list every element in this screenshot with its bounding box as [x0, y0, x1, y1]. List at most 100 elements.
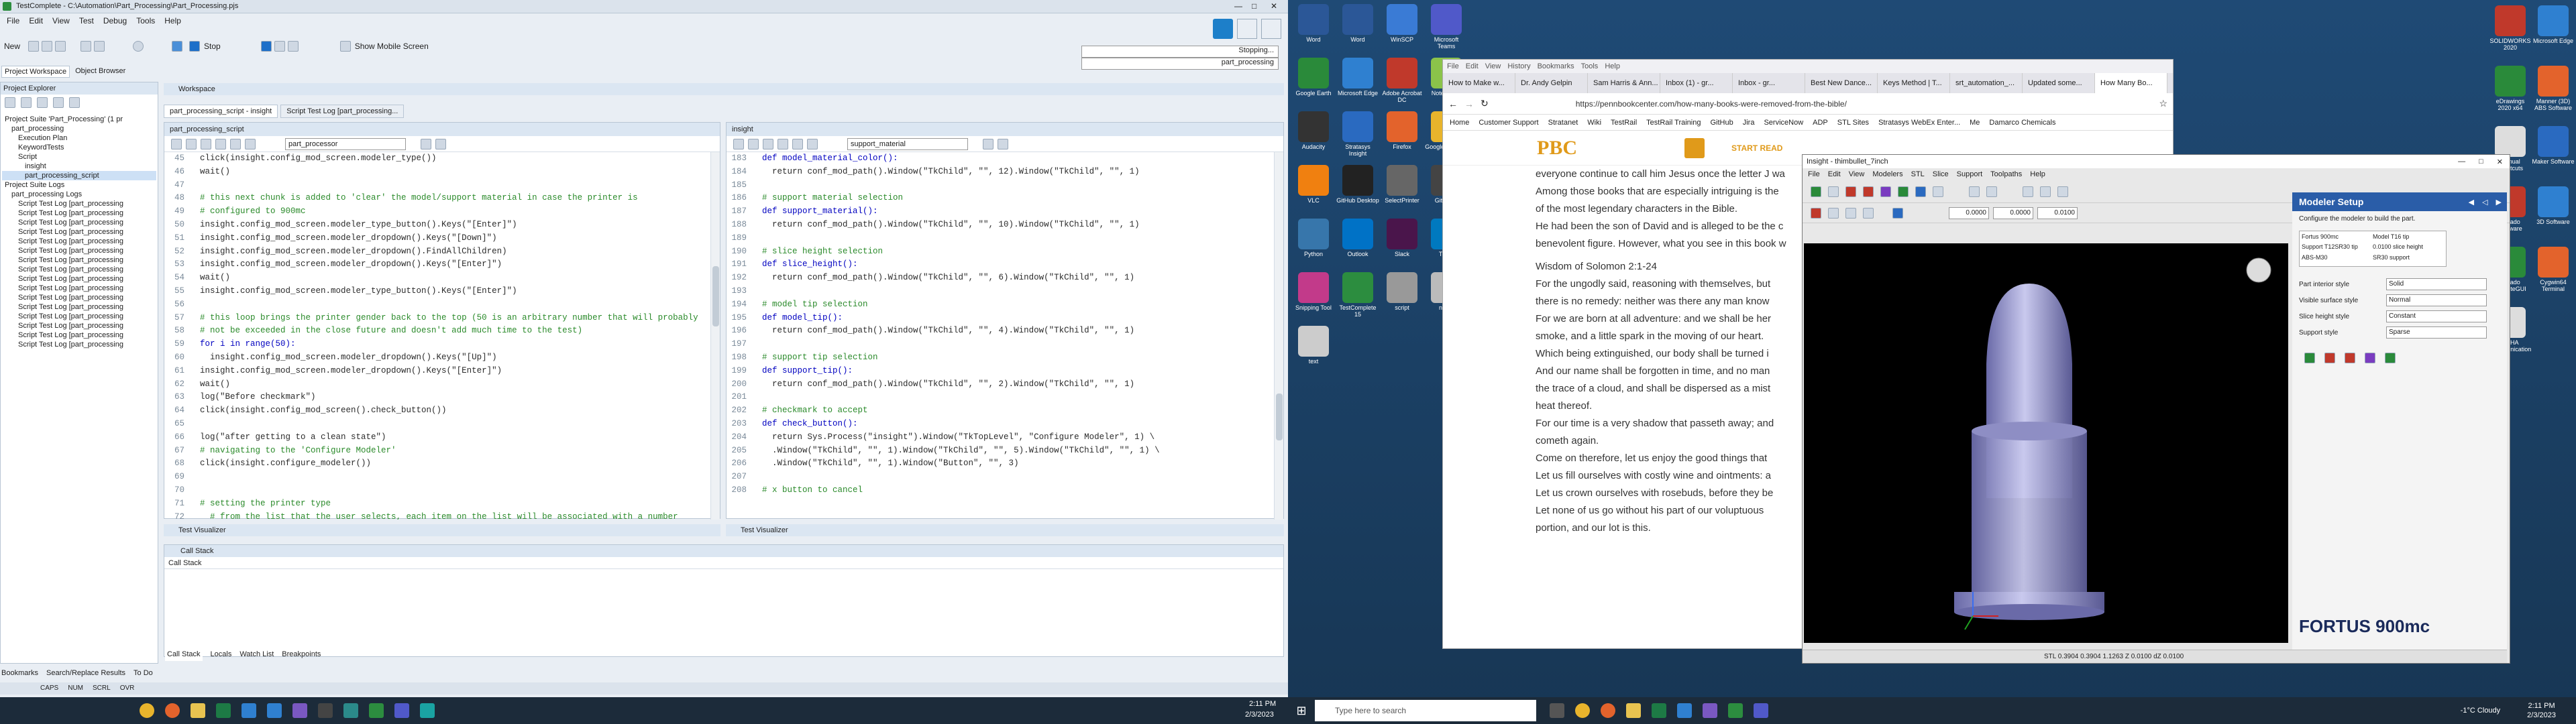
insight-tool-icon[interactable]: [1933, 186, 1943, 197]
tab-object-browser[interactable]: Object Browser: [70, 66, 131, 78]
browser-menu-file[interactable]: File: [1447, 60, 1459, 73]
bookmark-item[interactable]: Me: [1970, 119, 1980, 127]
desktop-icon[interactable]: Python: [1292, 219, 1335, 257]
find-icon[interactable]: [983, 138, 994, 149]
tab-project-workspace[interactable]: Project Workspace: [1, 66, 70, 78]
insight-tool-icon[interactable]: [1863, 186, 1874, 197]
weather-widget[interactable]: -1°C Cloudy: [2461, 707, 2500, 715]
setting-dropdown[interactable]: Constant: [2386, 310, 2487, 322]
menu-tools[interactable]: Tools: [136, 16, 155, 28]
bookmark-item[interactable]: Wiki: [1587, 119, 1601, 127]
tree-item[interactable]: part_processing Logs: [2, 190, 156, 199]
browser-menu-tools[interactable]: Tools: [1581, 60, 1599, 73]
right-routine-combo[interactable]: support_material: [847, 137, 968, 150]
pause-icon[interactable]: [260, 41, 272, 52]
app-icon[interactable]: [420, 703, 435, 718]
right-code-area[interactable]: 183 def model_material_color(): 184 retur…: [727, 152, 1271, 520]
browser-menu-history[interactable]: History: [1507, 60, 1530, 73]
firefox-icon[interactable]: [1601, 703, 1615, 718]
comment-icon[interactable]: [201, 138, 211, 149]
tree-item[interactable]: Script Test Log [part_processing: [2, 330, 156, 340]
minimize-icon[interactable]: —: [1234, 1, 1242, 11]
menu-edit[interactable]: Edit: [29, 16, 43, 28]
setting-dropdown[interactable]: Normal: [2386, 294, 2487, 306]
browser-tab[interactable]: Inbox (1) - gr...: [1660, 73, 1733, 93]
insight-tool-icon[interactable]: [1892, 207, 1903, 219]
tree-item[interactable]: part_processing_script: [2, 171, 156, 180]
tab-call-stack[interactable]: Call Stack: [165, 650, 203, 661]
pause-run-icon[interactable]: [1237, 19, 1257, 39]
insight-field-3[interactable]: 0.0100: [2037, 206, 2078, 219]
left-editor-scrollbar[interactable]: [710, 152, 720, 520]
tree-item[interactable]: Project Suite Logs: [2, 180, 156, 190]
insight-tool-icon[interactable]: [1986, 186, 1997, 197]
explorer-tool-icon[interactable]: [69, 97, 80, 108]
stop-button[interactable]: Stop: [204, 42, 221, 51]
app-icon[interactable]: [292, 703, 307, 718]
tree-item[interactable]: Execution Plan: [2, 133, 156, 143]
desktop-icon[interactable]: Microsoft Edge: [1336, 58, 1379, 97]
tree-item[interactable]: Script Test Log [part_processing: [2, 265, 156, 274]
start-reading-link[interactable]: START READ: [1731, 143, 1782, 153]
insight-tool-icon[interactable]: [1845, 207, 1856, 219]
bookmark-item[interactable]: Customer Support: [1479, 119, 1538, 127]
minimize-icon[interactable]: —: [2458, 158, 2465, 166]
bookmark-item[interactable]: Stratasys WebEx Enter...: [1878, 119, 1960, 127]
close-icon[interactable]: ✕: [2497, 158, 2503, 166]
uncomment-icon[interactable]: [215, 138, 226, 149]
bookmark-item[interactable]: Home: [1450, 119, 1469, 127]
find-icon[interactable]: [421, 138, 431, 149]
bookmark-item[interactable]: TestRail: [1611, 119, 1637, 127]
save-all-icon[interactable]: [55, 41, 66, 52]
vscode-icon[interactable]: [241, 703, 256, 718]
redo-icon[interactable]: [94, 41, 105, 52]
desktop-icon[interactable]: Microsoft Teams: [1425, 4, 1468, 50]
right-scroll-thumb[interactable]: [1276, 394, 1283, 440]
excel-icon[interactable]: [216, 703, 231, 718]
tree-item[interactable]: Project Suite 'Part_Processing' (1 pr: [2, 115, 156, 124]
desktop-icon[interactable]: Audacity: [1292, 111, 1335, 150]
forward-arrow-icon[interactable]: ▶: [2496, 198, 2502, 206]
close-icon[interactable]: ✕: [1271, 1, 1277, 11]
show-mobile-screen-button[interactable]: Show Mobile Screen: [355, 42, 429, 51]
url-bar[interactable]: https://pennbookcenter.com/how-many-book…: [1576, 99, 2072, 109]
insight-field-2[interactable]: 0.0000: [1993, 206, 2033, 219]
right-editor-scrollbar[interactable]: [1274, 152, 1283, 520]
step-over-icon[interactable]: [287, 41, 299, 52]
desktop-icon[interactable]: Outlook: [1336, 219, 1379, 257]
app-icon[interactable]: [1703, 703, 1717, 718]
tree-item[interactable]: insight: [2, 162, 156, 171]
tree-item[interactable]: Script Test Log [part_processing: [2, 284, 156, 293]
browser-menu-view[interactable]: View: [1485, 60, 1501, 73]
desktop-icon[interactable]: Cygwin64 Terminal: [2532, 247, 2575, 292]
desktop-icon[interactable]: Word: [1336, 4, 1379, 43]
desktop-icon[interactable]: Slack: [1381, 219, 1424, 257]
comment-icon[interactable]: [763, 138, 773, 149]
tree-item[interactable]: Script Test Log [part_processing: [2, 208, 156, 218]
insight-field-1[interactable]: 0.0000: [1949, 206, 1989, 219]
browser-tab[interactable]: srt_automation_...: [1950, 73, 2023, 93]
capture-icon[interactable]: [1213, 19, 1233, 39]
left-scroll-thumb[interactable]: [712, 266, 719, 326]
insight-menu-item[interactable]: STL: [1911, 168, 1925, 180]
desktop-icon[interactable]: Maker Software: [2532, 126, 2575, 165]
teams-icon[interactable]: [394, 703, 409, 718]
desktop-icon[interactable]: WinSCP: [1381, 4, 1424, 43]
app-icon[interactable]: [343, 703, 358, 718]
save-icon[interactable]: [1969, 186, 1980, 197]
start-icon[interactable]: ⊞: [1288, 697, 1315, 724]
save-icon[interactable]: [42, 41, 53, 52]
ws-tab-log[interactable]: Script Test Log [part_processing...: [280, 105, 405, 118]
part-icon[interactable]: [2365, 353, 2375, 363]
desktop-icon[interactable]: Adobe Acrobat DC: [1381, 58, 1424, 103]
explorer-tool-icon[interactable]: [37, 97, 48, 108]
tree-item[interactable]: Script Test Log [part_processing: [2, 302, 156, 312]
desktop-icon[interactable]: Google Earth: [1292, 58, 1335, 97]
prev-arrow-icon[interactable]: ◀: [2469, 198, 2474, 206]
viewport-3d[interactable]: [1804, 243, 2288, 643]
indent-icon[interactable]: [733, 138, 744, 149]
open-icon[interactable]: [28, 41, 40, 52]
browser-tab[interactable]: Best New Dance...: [1805, 73, 1878, 93]
forward-icon[interactable]: →: [1464, 99, 1474, 109]
leaf-icon[interactable]: [2304, 353, 2315, 363]
